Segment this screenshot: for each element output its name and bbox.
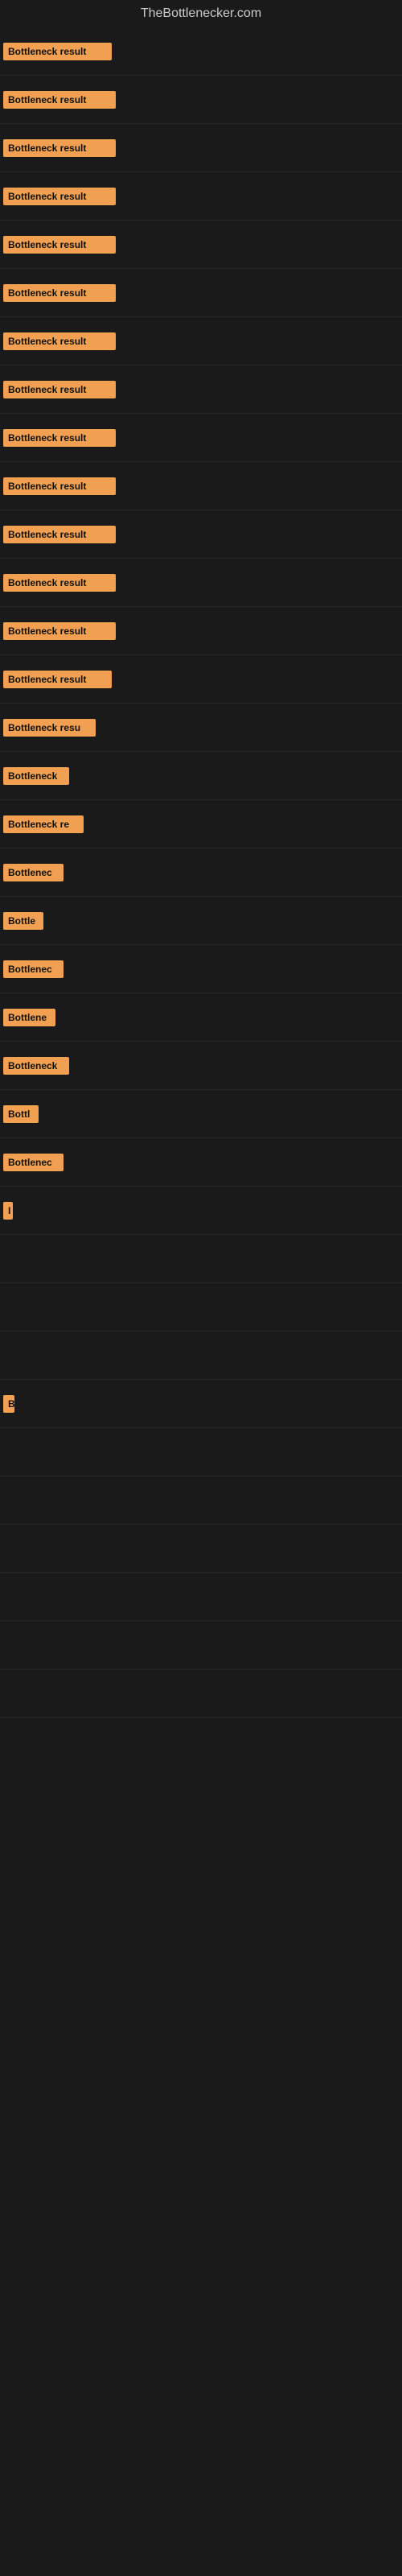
- bottleneck-row: Bottleneck: [0, 752, 402, 800]
- bottleneck-row: [0, 1331, 402, 1380]
- bottleneck-badge: Bottle: [3, 912, 43, 930]
- bottleneck-badge: Bottleneck resu: [3, 719, 96, 737]
- bottleneck-row: B: [0, 1380, 402, 1428]
- bottleneck-row: Bottl: [0, 1090, 402, 1138]
- bottleneck-row: Bottleneck result: [0, 76, 402, 124]
- bottleneck-row: [0, 1670, 402, 1718]
- bottleneck-row: [0, 1235, 402, 1283]
- bottleneck-badge: Bottleneck result: [3, 284, 116, 302]
- bottleneck-row: Bottleneck result: [0, 317, 402, 365]
- bottleneck-row: Bottlenec: [0, 1138, 402, 1187]
- bottleneck-row: Bottleneck result: [0, 462, 402, 510]
- bottleneck-badge: Bottleneck result: [3, 43, 112, 60]
- bottleneck-row: [0, 1525, 402, 1573]
- bottleneck-badge: Bottleneck result: [3, 429, 116, 447]
- bottleneck-row: Bottleneck result: [0, 365, 402, 414]
- bottleneck-badge: Bottlenec: [3, 864, 64, 881]
- bottleneck-row: Bottleneck result: [0, 510, 402, 559]
- bottleneck-row: Bottleneck result: [0, 124, 402, 172]
- bottleneck-row: Bottleneck result: [0, 559, 402, 607]
- bottleneck-row: [0, 1621, 402, 1670]
- bottleneck-row: Bottleneck: [0, 1042, 402, 1090]
- bottleneck-badge: B: [3, 1395, 14, 1413]
- bottleneck-row: Bottleneck result: [0, 172, 402, 221]
- bottleneck-badge: Bottleneck result: [3, 332, 116, 350]
- bottleneck-badge: Bottlenec: [3, 960, 64, 978]
- bottleneck-row: [0, 1573, 402, 1621]
- bottleneck-badge: Bottl: [3, 1105, 39, 1123]
- site-title: TheBottlenecker.com: [0, 0, 402, 27]
- bottleneck-badge: Bottleneck result: [3, 574, 116, 592]
- bottleneck-row: Bottlenec: [0, 848, 402, 897]
- bottleneck-badge: Bottlenec: [3, 1154, 64, 1171]
- bottleneck-row: Bottleneck result: [0, 27, 402, 76]
- bottleneck-badge: Bottleneck: [3, 1057, 69, 1075]
- bottleneck-row: [0, 1283, 402, 1331]
- bottleneck-row: Bottleneck re: [0, 800, 402, 848]
- bottleneck-badge: Bottlene: [3, 1009, 55, 1026]
- bottleneck-row: Bottlenec: [0, 945, 402, 993]
- bottleneck-row: Bottleneck resu: [0, 704, 402, 752]
- bottleneck-row: Bottleneck result: [0, 221, 402, 269]
- bottleneck-badge: Bottleneck result: [3, 477, 116, 495]
- bottleneck-row: Bottleneck result: [0, 655, 402, 704]
- bottleneck-badge: Bottleneck result: [3, 526, 116, 543]
- bottleneck-row: Bottleneck result: [0, 607, 402, 655]
- bottleneck-badge: Bottleneck result: [3, 381, 116, 398]
- bottleneck-badge: Bottleneck result: [3, 188, 116, 205]
- bottleneck-row: Bottleneck result: [0, 414, 402, 462]
- bottleneck-badge: I: [3, 1202, 13, 1220]
- bottleneck-row: Bottleneck result: [0, 269, 402, 317]
- bottleneck-badge: Bottleneck re: [3, 815, 84, 833]
- bottleneck-row: [0, 1428, 402, 1476]
- bottleneck-row: Bottle: [0, 897, 402, 945]
- bottleneck-badge: Bottleneck result: [3, 622, 116, 640]
- bottleneck-badge: Bottleneck result: [3, 671, 112, 688]
- bottleneck-badge: Bottleneck result: [3, 139, 116, 157]
- bottleneck-badge: Bottleneck: [3, 767, 69, 785]
- bottleneck-badge: Bottleneck result: [3, 91, 116, 109]
- bottleneck-badge: Bottleneck result: [3, 236, 116, 254]
- bottleneck-row: [0, 1476, 402, 1525]
- bottleneck-row: Bottlene: [0, 993, 402, 1042]
- bottleneck-row: I: [0, 1187, 402, 1235]
